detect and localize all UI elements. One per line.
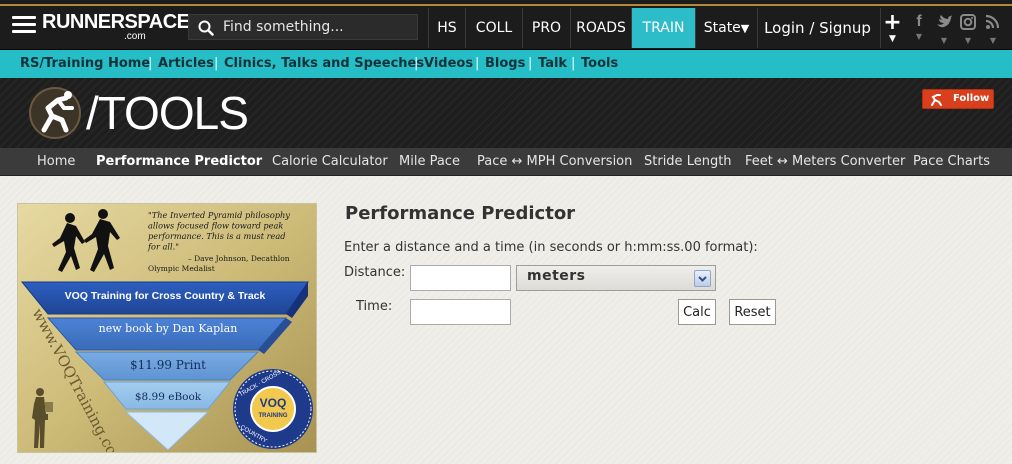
top-accent-line xyxy=(0,4,1012,6)
instagram-icon[interactable]: ▼ xyxy=(958,12,978,46)
facebook-icon[interactable]: f ▼ xyxy=(909,12,929,46)
tools-nav-mile-pace[interactable]: Mile Pace xyxy=(399,148,460,176)
caret-down-icon: ▼ xyxy=(889,34,896,44)
runner-icon xyxy=(931,94,942,106)
tools-nav-calorie-calculator[interactable]: Calorie Calculator xyxy=(272,148,388,176)
nav-hs[interactable]: HS xyxy=(428,8,465,48)
svg-text:VOQ: VOQ xyxy=(260,396,287,410)
nav-train[interactable]: TRAIN xyxy=(631,8,695,48)
runnerspace-runner-logo-icon xyxy=(29,87,81,139)
calc-button[interactable]: Calc xyxy=(678,299,716,325)
voq-training-ad[interactable]: "The Inverted Pyramid philosophy allows … xyxy=(17,203,317,453)
tools-nav-stride-length[interactable]: Stride Length xyxy=(644,148,732,176)
subnav-separator: | xyxy=(571,56,576,71)
subnav-articles[interactable]: Articles xyxy=(158,50,214,78)
dropdown-arrow-icon[interactable] xyxy=(694,270,711,287)
subnav-blogs[interactable]: Blogs xyxy=(485,50,525,78)
tools-nav-pace-mph-conversion[interactable]: Pace ↔ MPH Conversion xyxy=(477,148,632,176)
twitter-icon[interactable]: ▼ xyxy=(934,12,954,46)
voq-ad-artwork: "The Inverted Pyramid philosophy allows … xyxy=(18,204,316,452)
follow-label: Follow xyxy=(953,93,990,104)
subnav-talk[interactable]: Talk xyxy=(538,50,567,78)
tools-nav-home[interactable]: Home xyxy=(37,148,75,176)
svg-text:$11.99 Print: $11.99 Print xyxy=(130,358,206,372)
site-logo[interactable]: RUNNERSPACE xyxy=(42,12,190,32)
plus-icon: + xyxy=(883,10,902,35)
distance-unit-value: meters xyxy=(527,268,586,284)
voq-seal-icon: VOQ TRAINING TRACK · CROSS COUNTRY xyxy=(233,369,313,449)
subnav-tools[interactable]: Tools xyxy=(581,50,618,78)
svg-text:new book by Dan Kaplan: new book by Dan Kaplan xyxy=(99,322,238,335)
time-input[interactable] xyxy=(410,299,511,325)
distance-label: Distance: xyxy=(344,265,406,280)
subnav-separator: | xyxy=(475,56,480,71)
nav-pro[interactable]: PRO xyxy=(522,8,570,48)
hamburger-menu-icon[interactable] xyxy=(12,16,36,34)
subnav-clinics[interactable]: Clinics, Talks and Speeches xyxy=(224,50,424,78)
tools-nav-feet-meters-converter[interactable]: Feet ↔ Meters Converter xyxy=(745,148,905,176)
form-instructions: Enter a distance and a time (in seconds … xyxy=(344,240,758,255)
caret-down-icon: ▼ xyxy=(740,22,750,35)
svg-text:TRAINING: TRAINING xyxy=(259,413,288,419)
performance-predictor-heading: Performance Predictor xyxy=(345,203,576,224)
subnav-rs-training-home[interactable]: RS/Training Home xyxy=(20,50,150,78)
nav-roads[interactable]: ROADS xyxy=(570,8,631,48)
nav-state-dropdown[interactable]: State▼ xyxy=(695,8,757,48)
rss-icon[interactable]: ▼ xyxy=(983,12,1003,46)
distance-unit-select[interactable]: meters xyxy=(516,265,716,291)
tools-nav-pace-charts[interactable]: Pace Charts xyxy=(913,148,990,176)
distance-input[interactable] xyxy=(410,265,511,291)
tools-nav-performance-predictor[interactable]: Performance Predictor xyxy=(96,148,262,176)
reset-button[interactable]: Reset xyxy=(729,299,776,325)
search-input[interactable] xyxy=(223,18,413,36)
subnav-separator: | xyxy=(148,56,153,71)
login-signup-link[interactable]: Login / Signup xyxy=(757,8,877,48)
nav-state-label: State xyxy=(703,20,741,36)
top-navigation-bar: RUNNERSPACE .com HS COLL PRO ROADS TRAIN… xyxy=(0,0,1012,50)
subnav-separator: | xyxy=(214,56,219,71)
tools-navigation: Home Performance Predictor Calorie Calcu… xyxy=(0,148,1012,176)
svg-text:$8.99 eBook: $8.99 eBook xyxy=(135,391,202,403)
nav-coll[interactable]: COLL xyxy=(465,8,522,48)
subnav-separator: | xyxy=(528,56,533,71)
time-label: Time: xyxy=(356,299,393,314)
search-box[interactable] xyxy=(188,14,418,40)
follow-button[interactable]: Follow xyxy=(922,89,994,109)
subnav-separator: | xyxy=(414,56,419,71)
site-logo-domain: .com xyxy=(124,31,146,42)
search-icon xyxy=(198,20,214,36)
plus-menu-button[interactable]: + ▼ xyxy=(880,8,904,48)
training-subnav: RS/Training Home | Articles | Clinics, T… xyxy=(0,50,1012,78)
page-title: /TOOLS xyxy=(86,87,249,139)
tools-banner: /TOOLS Follow xyxy=(0,78,1012,148)
subnav-videos[interactable]: Videos xyxy=(424,50,473,78)
svg-text:VOQ Training for Cross Country: VOQ Training for Cross Country & Track xyxy=(65,290,266,302)
